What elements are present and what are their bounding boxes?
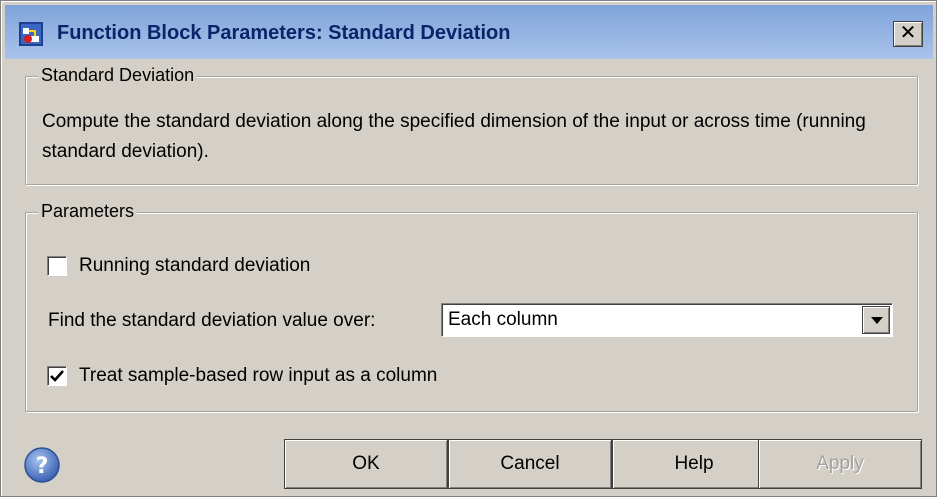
- ok-button[interactable]: OK: [284, 439, 448, 489]
- treat-row-checkbox[interactable]: [47, 366, 67, 386]
- treat-row-label[interactable]: Treat sample-based row input as a column: [79, 365, 437, 387]
- svg-text:?: ?: [36, 454, 49, 479]
- help-question-icon[interactable]: ?: [23, 446, 61, 484]
- dropdown-button[interactable]: [862, 306, 890, 334]
- title-bar[interactable]: Function Block Parameters: Standard Devi…: [5, 5, 933, 59]
- checkmark-icon: [50, 370, 64, 382]
- parameters-group-title: Parameters: [38, 201, 138, 222]
- dimension-select-value: Each column: [448, 309, 558, 330]
- window-title: Function Block Parameters: Standard Devi…: [57, 22, 511, 44]
- help-button[interactable]: Help: [612, 439, 776, 489]
- simulink-block-icon: [19, 22, 43, 46]
- running-std-checkbox[interactable]: [47, 256, 67, 276]
- description-group: Standard Deviation Compute the standard …: [25, 65, 918, 185]
- close-button[interactable]: ✕: [893, 21, 923, 47]
- running-std-label[interactable]: Running standard deviation: [79, 255, 310, 277]
- chevron-down-icon: [871, 317, 883, 324]
- dialog-window: Function Block Parameters: Standard Devi…: [0, 0, 937, 497]
- description-group-title: Standard Deviation: [38, 65, 198, 86]
- apply-button[interactable]: Apply: [758, 439, 922, 489]
- dimension-select-label: Find the standard deviation value over:: [48, 310, 376, 331]
- dimension-select[interactable]: Each column: [441, 303, 893, 337]
- cancel-button[interactable]: Cancel: [448, 439, 612, 489]
- block-description: Compute the standard deviation along the…: [42, 111, 866, 162]
- close-icon: ✕: [899, 22, 917, 44]
